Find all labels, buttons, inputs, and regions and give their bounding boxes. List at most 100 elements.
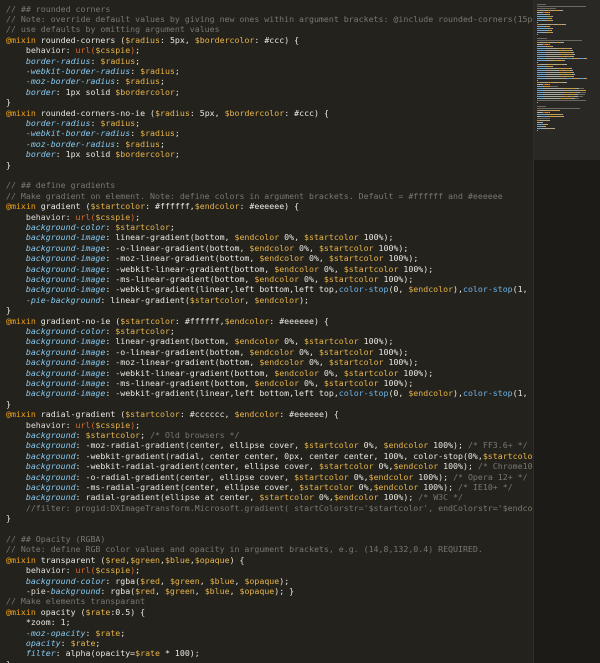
- code-line[interactable]: // Note: override default values by givi…: [6, 14, 533, 24]
- code-token: ,: [244, 294, 255, 305]
- code-line[interactable]: }: [6, 97, 11, 107]
- code-line[interactable]: behavior: url($csspie);: [6, 420, 140, 430]
- code-line[interactable]: background-image: linear-gradient(bottom…: [6, 336, 394, 347]
- code-line[interactable]: @mixin gradient ($startcolor: #ffffff,$e…: [6, 201, 299, 211]
- code-line[interactable]: -moz-border-radius: $radius;: [6, 76, 165, 86]
- code-token: $startcolor: [259, 492, 314, 503]
- code-line[interactable]: behavior: url($csspie);: [6, 565, 140, 575]
- code-token: border: [6, 86, 56, 97]
- code-line[interactable]: background: radial-gradient(ellipse at c…: [6, 492, 463, 502]
- minimap-stroke: [537, 6, 586, 7]
- code-token: // ## define gradients: [6, 180, 116, 191]
- minimap-stroke: [537, 100, 586, 101]
- code-line[interactable]: background-image: -o-linear-gradient(bot…: [6, 346, 409, 357]
- code-line[interactable]: }: [6, 399, 11, 409]
- code-line[interactable]: background-image: -webkit-linear-gradien…: [6, 264, 433, 274]
- code-token: /* IE10+ */: [458, 481, 513, 492]
- minimap-stroke: [559, 10, 563, 11]
- code-line[interactable]: -pie-background: rgba($red, $green, $blu…: [6, 586, 294, 596]
- code-line[interactable]: background-image: -webkit-gradient(linea…: [6, 284, 533, 294]
- code-token: $endcolor: [333, 492, 379, 503]
- code-line[interactable]: -moz-opacity: $rate;: [6, 628, 125, 638]
- code-line[interactable]: background-color: $startcolor;: [6, 326, 175, 336]
- code-line[interactable]: background: -o-radial-gradient(center, e…: [6, 472, 528, 482]
- code-line[interactable]: behavior: url($csspie);: [6, 45, 140, 55]
- code-token: :: [65, 211, 76, 222]
- minimap-stroke: [537, 46, 546, 47]
- code-line[interactable]: background-color: $startcolor;: [6, 222, 175, 232]
- code-line[interactable]: background-image: -webkit-linear-gradien…: [6, 368, 433, 378]
- code-token: $startcolor: [189, 294, 245, 305]
- minimap-stroke: [537, 68, 546, 69]
- code-line[interactable]: }: [6, 305, 11, 315]
- code-editor[interactable]: // ## rounded corners// Note: override d…: [0, 0, 533, 663]
- code-token: background-image: [6, 346, 106, 357]
- code-line[interactable]: border-radius: $radius;: [6, 56, 140, 66]
- code-line[interactable]: // ## define gradients: [6, 180, 115, 190]
- code-line[interactable]: behavior: url($csspie);: [6, 212, 140, 222]
- code-line[interactable]: background-image: -ms-linear-gradient(bo…: [6, 274, 413, 284]
- minimap-stroke: [537, 48, 546, 49]
- code-token: background-image: [6, 336, 106, 347]
- code-line[interactable]: @mixin rounded-corners-no-ie ($radius: 5…: [6, 108, 329, 118]
- minimap-stroke: [537, 58, 546, 59]
- code-line[interactable]: border-radius: $radius;: [6, 118, 140, 128]
- code-line[interactable]: *zoom: 1;: [6, 617, 71, 627]
- code-token: 100%);: [418, 481, 459, 492]
- code-line[interactable]: -moz-border-radius: $radius;: [6, 139, 165, 149]
- code-token: ); }: [274, 585, 295, 596]
- code-line[interactable]: //filter: progid:DXImageTransform.Micros…: [6, 503, 533, 513]
- code-line[interactable]: // ## Opacity (RGBA): [6, 534, 105, 544]
- minimap-stroke: [537, 80, 538, 81]
- code-line[interactable]: }: [6, 659, 11, 663]
- code-line[interactable]: background-image: -ms-linear-gradient(bo…: [6, 378, 413, 388]
- code-line[interactable]: background-color: rgba($red, $green, $bl…: [6, 576, 289, 586]
- code-line[interactable]: background-image: -webkit-gradient(linea…: [6, 388, 533, 398]
- code-line[interactable]: border: 1px solid $bordercolor;: [6, 87, 180, 97]
- code-line[interactable]: -webkit-border-radius: $radius;: [6, 128, 180, 138]
- code-token: /* Opera 12+ */: [453, 471, 528, 482]
- minimap-stroke: [571, 76, 574, 77]
- code-line[interactable]: border: 1px solid $bordercolor;: [6, 149, 180, 159]
- code-line[interactable]: background: -ms-radial-gradient(center, …: [6, 482, 513, 492]
- code-token: background: [6, 471, 76, 482]
- code-line[interactable]: @mixin opacity ($rate:0.5) {: [6, 607, 145, 617]
- code-line[interactable]: -pie-background: linear-gradient($startc…: [6, 295, 309, 305]
- code-line[interactable]: background: $startcolor; /* Old browsers…: [6, 429, 240, 440]
- code-token: 0%,: [279, 232, 305, 243]
- code-line[interactable]: @mixin gradient-no-ie ($startcolor: #fff…: [6, 316, 329, 326]
- code-line[interactable]: filter: alpha(opacity=$rate * 100);: [6, 648, 200, 658]
- code-token: rounded-corners-no-ie (: [35, 107, 156, 118]
- code-line[interactable]: }: [6, 160, 11, 170]
- code-line[interactable]: @mixin transparent ($red,$green,$blue,$o…: [6, 555, 244, 565]
- code-line[interactable]: background: -moz-radial-gradient(center,…: [6, 440, 528, 450]
- code-line[interactable]: // use defaults by omitting argument val…: [6, 24, 220, 34]
- code-line[interactable]: @mixin rounded-corners ($radius: 5px, $b…: [6, 35, 299, 45]
- code-token: $blue: [204, 585, 230, 596]
- code-token: $startcolor: [299, 481, 354, 492]
- code-token: ;: [140, 429, 151, 440]
- minimap-stroke: [537, 30, 547, 31]
- code-line[interactable]: @mixin radial-gradient ($startcolor: #cc…: [6, 409, 339, 419]
- code-line[interactable]: -webkit-border-radius: $radius;: [6, 66, 180, 76]
- code-line[interactable]: background: -webkit-gradient(radial, cen…: [6, 451, 533, 461]
- code-line[interactable]: opacity: $rate;: [6, 638, 101, 648]
- code-token: 100%);: [413, 471, 454, 482]
- code-token: 0%,: [299, 273, 324, 284]
- code-line[interactable]: // Note: define RGB color values and opa…: [6, 544, 483, 554]
- code-line[interactable]: // Make elements transparant: [6, 596, 145, 606]
- code-line[interactable]: // Make gradient on element. Note: defin…: [6, 191, 503, 201]
- minimap-stroke: [537, 124, 544, 125]
- code-token: $endcolor: [383, 440, 429, 451]
- code-line[interactable]: background-image: -moz-linear-gradient(b…: [6, 357, 418, 367]
- code-line[interactable]: background-image: -moz-linear-gradient(b…: [6, 253, 418, 263]
- code-line[interactable]: background: -webkit-radial-gradient(cent…: [6, 461, 533, 471]
- code-line[interactable]: background-image: linear-gradient(bottom…: [6, 232, 394, 243]
- code-line[interactable]: // ## rounded corners: [6, 4, 110, 14]
- code-line[interactable]: background-image: -o-linear-gradient(bot…: [6, 243, 409, 253]
- minimap-stroke: [537, 60, 546, 61]
- code-token: : linear-gradient(bottom,: [105, 232, 235, 243]
- minimap[interactable]: [533, 0, 600, 663]
- code-line[interactable]: }: [6, 513, 11, 523]
- code-token: 0%,: [304, 357, 329, 368]
